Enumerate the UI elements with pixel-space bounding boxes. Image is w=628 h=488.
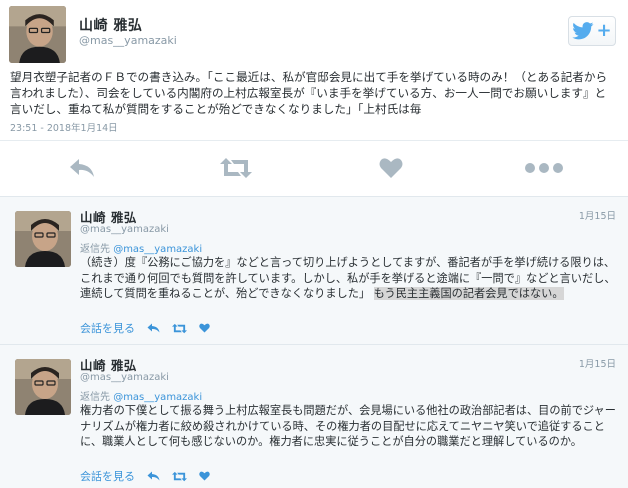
tweet-text: （続き）度『公務にご協力を』などと言って切り上げようとしてますが、番記者が手を挙…	[80, 255, 620, 302]
tweet-actions: 会話を見る	[80, 469, 210, 483]
view-conversation-link[interactable]: 会話を見る	[80, 320, 135, 336]
follow-plus-sign: +	[596, 20, 612, 41]
tweet-text: 権力者の下僕として振る舞う上村広報室長も問題だが、会見場にいる他社の政治部記者は…	[80, 404, 616, 449]
avatar[interactable]	[9, 6, 66, 63]
retweet-button[interactable]	[216, 152, 256, 184]
view-conversation-link[interactable]: 会話を見る	[80, 468, 135, 484]
avatar[interactable]	[15, 211, 71, 267]
tweet-date[interactable]: 1月15日	[579, 356, 616, 370]
tweet-date[interactable]: 1月15日	[579, 208, 616, 222]
main-tweet: 山崎 雅弘 @mas__yamazaki + 望月衣塑子記者のＦＢでの書き込み。…	[0, 0, 628, 196]
reply-to: 返信先 @mas__yamazaki	[80, 388, 202, 403]
reply-button[interactable]	[62, 152, 102, 184]
more-icon	[525, 163, 563, 173]
tweet-timestamp[interactable]: 23:51 - 2018年1月14日	[10, 120, 118, 134]
avatar-photo	[15, 211, 71, 267]
follow-button[interactable]: +	[568, 16, 616, 46]
tweet-actions	[0, 152, 628, 184]
author-name[interactable]: 山崎 雅弘	[79, 15, 142, 35]
tweet-actions: 会話を見る	[80, 321, 210, 335]
author-handle[interactable]: @mas__yamazaki	[79, 34, 177, 47]
tweet-text: 望月衣塑子記者のＦＢでの書き込み。「ここ最近は、私が官邸会見に出て手を挙げている…	[10, 70, 608, 116]
reply-to-label: 返信先	[80, 392, 110, 403]
retweet-icon[interactable]	[172, 323, 187, 334]
twitter-bird-icon	[572, 22, 594, 40]
avatar-photo	[9, 6, 66, 63]
tweet-text-highlight: もう民主主義国の記者会見ではない。	[373, 287, 564, 301]
like-icon[interactable]	[199, 323, 210, 333]
avatar-photo	[15, 359, 71, 415]
retweet-icon[interactable]	[172, 471, 187, 482]
author-handle[interactable]: @mas__yamazaki	[80, 224, 169, 235]
more-button[interactable]	[524, 152, 564, 184]
like-icon[interactable]	[199, 471, 210, 481]
author-handle[interactable]: @mas__yamazaki	[80, 372, 169, 383]
reply-tweet: 山崎 雅弘 @mas__yamazaki 1月15日 返信先 @mas__yam…	[0, 196, 628, 344]
reply-to-handle-link[interactable]: @mas__yamazaki	[113, 244, 202, 255]
like-icon	[379, 158, 403, 178]
reply-icon	[70, 159, 94, 177]
avatar[interactable]	[15, 359, 71, 415]
divider	[0, 140, 628, 141]
reply-to: 返信先 @mas__yamazaki	[80, 240, 202, 255]
reply-to-label: 返信先	[80, 244, 110, 255]
retweet-icon	[220, 158, 252, 178]
reply-to-handle-link[interactable]: @mas__yamazaki	[113, 392, 202, 403]
reply-tweet: 山崎 雅弘 @mas__yamazaki 1月15日 返信先 @mas__yam…	[0, 344, 628, 488]
reply-icon[interactable]	[147, 323, 160, 333]
reply-icon[interactable]	[147, 471, 160, 481]
like-button[interactable]	[371, 152, 411, 184]
